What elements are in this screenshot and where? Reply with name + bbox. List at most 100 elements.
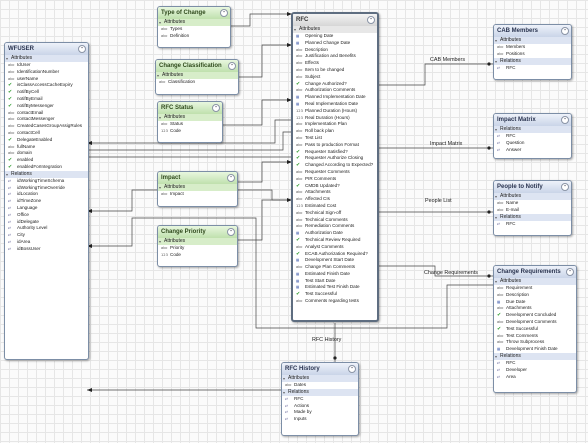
field-row[interactable]: abc Definition <box>158 33 230 40</box>
attributes-section[interactable]: ▾ Attributes <box>158 238 237 245</box>
field-row[interactable]: abc Technical Comments <box>293 217 377 224</box>
field-row[interactable]: abc Requester Comments <box>293 169 377 176</box>
entity-wfuser[interactable]: WFUSER ⌃ ▾ Attributes abc IdUser abc Identifi… <box>4 42 89 360</box>
field-row[interactable]: abc Types <box>158 26 230 33</box>
entity-people-to-notify[interactable]: People to Notify ⌃ ▾ Attributes abc Name abc… <box>493 180 572 236</box>
entity-change-requirements[interactable]: Change Requirements ⌃ ▾ Attributes abc Requ… <box>493 265 577 393</box>
entity-rfc[interactable]: RFC ⌃ ▾ Attributes ▦ Opening Date ▦ Planned C… <box>291 12 379 322</box>
field-row[interactable]: ▦ Estimated Test Finish Date <box>293 284 377 291</box>
field-row[interactable]: abc Implementation Plan <box>293 121 377 128</box>
field-row[interactable]: ▦ Development Start Date <box>293 257 377 264</box>
field-row[interactable]: ⇄ Question <box>494 140 571 147</box>
field-row[interactable]: ▦ Opening Date <box>293 33 377 40</box>
field-row[interactable]: abc Members <box>494 44 571 51</box>
field-row[interactable]: abc Pass to production Format <box>293 142 377 149</box>
field-row[interactable]: ⇄ idWorkingTimeOverride <box>5 185 88 192</box>
field-row[interactable]: abc IdUser <box>5 62 88 69</box>
field-row[interactable]: abc Technical Sign-off <box>293 210 377 217</box>
field-row[interactable]: ✔ Requester Satisfied? <box>293 149 377 156</box>
field-row[interactable]: ✔ DelegateEnabled <box>5 137 88 144</box>
field-row[interactable]: ▦ Due Date <box>494 299 576 306</box>
field-row[interactable]: ✔ enabledForIntegration <box>5 164 88 171</box>
field-row[interactable]: abc Priority <box>158 245 237 252</box>
collapse-icon[interactable]: ⌃ <box>561 183 569 191</box>
field-row[interactable]: ▦ Development Finish Date <box>494 346 576 353</box>
field-row[interactable]: ✔ notifByCell <box>5 89 88 96</box>
field-row[interactable]: ▦ Test Start Date <box>293 278 377 285</box>
field-row[interactable]: ⇄ Area <box>494 374 576 381</box>
entity-change-classification[interactable]: Change Classification ⌃ ▾ Attributes abc Cl… <box>155 59 239 95</box>
attributes-section[interactable]: ▾ Attributes <box>156 72 238 79</box>
field-row[interactable]: abc Name <box>494 200 571 207</box>
relations-section[interactable]: ▾ Relations <box>5 170 88 178</box>
attributes-section[interactable]: ▾ Attributes <box>293 26 377 33</box>
attributes-section[interactable]: ▾ Attributes <box>5 55 88 62</box>
field-row[interactable]: abc Test Comments <box>494 333 576 340</box>
field-row[interactable]: abc Classification <box>156 79 238 86</box>
field-row[interactable]: ⇄ City <box>5 232 88 239</box>
field-row[interactable]: abc Affected CIs <box>293 196 377 203</box>
field-row[interactable]: abc CreatedCasesGroupAssigRules <box>5 123 88 130</box>
attributes-section[interactable]: ▾ Attributes <box>282 375 358 382</box>
collapse-icon[interactable]: ⌃ <box>78 45 86 53</box>
field-row[interactable]: 123 Code <box>158 252 237 259</box>
relations-section[interactable]: ▾ Relations <box>494 213 571 221</box>
entity-rfc-history[interactable]: RFC History ⌃ ▾ Attributes abc Dates ▾ Relat… <box>281 362 359 436</box>
field-row[interactable]: ⇄ idBossUser <box>5 246 88 253</box>
field-row[interactable]: ✔ CMDB Updated? <box>293 183 377 190</box>
field-row[interactable]: 123 Code <box>158 128 222 135</box>
field-row[interactable]: ⇄ Made by <box>282 409 358 416</box>
entity-impact[interactable]: Impact ⌃ ▾ Attributes abc Impact <box>157 171 238 207</box>
field-row[interactable]: ✔ enabled <box>5 157 88 164</box>
collapse-icon[interactable]: ⌃ <box>348 365 356 373</box>
attributes-section[interactable]: ▾ Attributes <box>494 193 571 200</box>
collapse-icon[interactable]: ⌃ <box>367 16 375 24</box>
field-row[interactable]: abc Item to be changed <box>293 67 377 74</box>
field-row[interactable]: ▦ Planned Implementation Date <box>293 94 377 101</box>
field-row[interactable]: ✔ Changed According to Expected? <box>293 162 377 169</box>
field-row[interactable]: 123 Real Duration (Hours) <box>293 115 377 122</box>
field-row[interactable]: ✔ Test Successful <box>293 291 377 298</box>
field-row[interactable]: abc Roll back plan <box>293 128 377 135</box>
field-row[interactable]: abc E-mail <box>494 207 571 214</box>
collapse-icon[interactable]: ⌃ <box>227 174 235 182</box>
attributes-section[interactable]: ▾ Attributes <box>158 19 230 26</box>
field-row[interactable]: ⇄ RFC <box>494 65 571 72</box>
field-row[interactable]: ✔ Change Authorized? <box>293 81 377 88</box>
field-row[interactable]: abc Attachments <box>293 189 377 196</box>
field-row[interactable]: ⇄ idArea <box>5 239 88 246</box>
field-row[interactable]: abc Subject <box>293 74 377 81</box>
field-row[interactable]: ✔ ECAB Authorization Required? <box>293 251 377 258</box>
field-row[interactable]: abc Test List <box>293 135 377 142</box>
field-row[interactable]: abc domain <box>5 150 88 157</box>
collapse-icon[interactable]: ⌃ <box>220 9 228 17</box>
collapse-icon[interactable]: ⌃ <box>227 228 235 236</box>
field-row[interactable]: abc Justification and Benefits <box>293 53 377 60</box>
field-row[interactable]: abc Throw Subprocess <box>494 339 576 346</box>
field-row[interactable]: abc contactMessenger <box>5 116 88 123</box>
field-row[interactable]: ✔ isClassAccessCacheExpiry <box>5 82 88 89</box>
field-row[interactable]: abc Analyst Comments <box>293 244 377 251</box>
field-row[interactable]: abc Impact <box>158 191 237 198</box>
field-row[interactable]: ✔ notifByMessenger <box>5 103 88 110</box>
field-row[interactable]: ✔ Technical Review Required <box>293 237 377 244</box>
field-row[interactable]: ▦ Estimated Finish Date <box>293 271 377 278</box>
field-row[interactable]: abc Authorization Comments <box>293 87 377 94</box>
attributes-section[interactable]: ▾ Attributes <box>158 114 222 121</box>
field-row[interactable]: ✔ notifByEmail <box>5 96 88 103</box>
field-row[interactable]: abc fullName <box>5 144 88 151</box>
field-row[interactable]: ⇄ Developer <box>494 367 576 374</box>
field-row[interactable]: ⇄ Inputs <box>282 416 358 423</box>
field-row[interactable]: 123 Planned Duration (Hours) <box>293 108 377 115</box>
field-row[interactable]: ⇄ RFC <box>494 133 571 140</box>
field-row[interactable]: abc Positions <box>494 51 571 58</box>
field-row[interactable]: ⇄ idWorkingTimeSchema <box>5 178 88 185</box>
field-row[interactable]: abc Status <box>158 121 222 128</box>
field-row[interactable]: ⇄ Answer <box>494 147 571 154</box>
attributes-section[interactable]: ▾ Attributes <box>494 278 576 285</box>
field-row[interactable]: ⇄ idDelegate <box>5 219 88 226</box>
field-row[interactable]: ⇄ Authority Level <box>5 225 88 232</box>
relations-section[interactable]: ▾ Relations <box>282 388 358 396</box>
field-row[interactable]: ⇄ Language <box>5 205 88 212</box>
attributes-section[interactable]: ▾ Attributes <box>158 184 237 191</box>
